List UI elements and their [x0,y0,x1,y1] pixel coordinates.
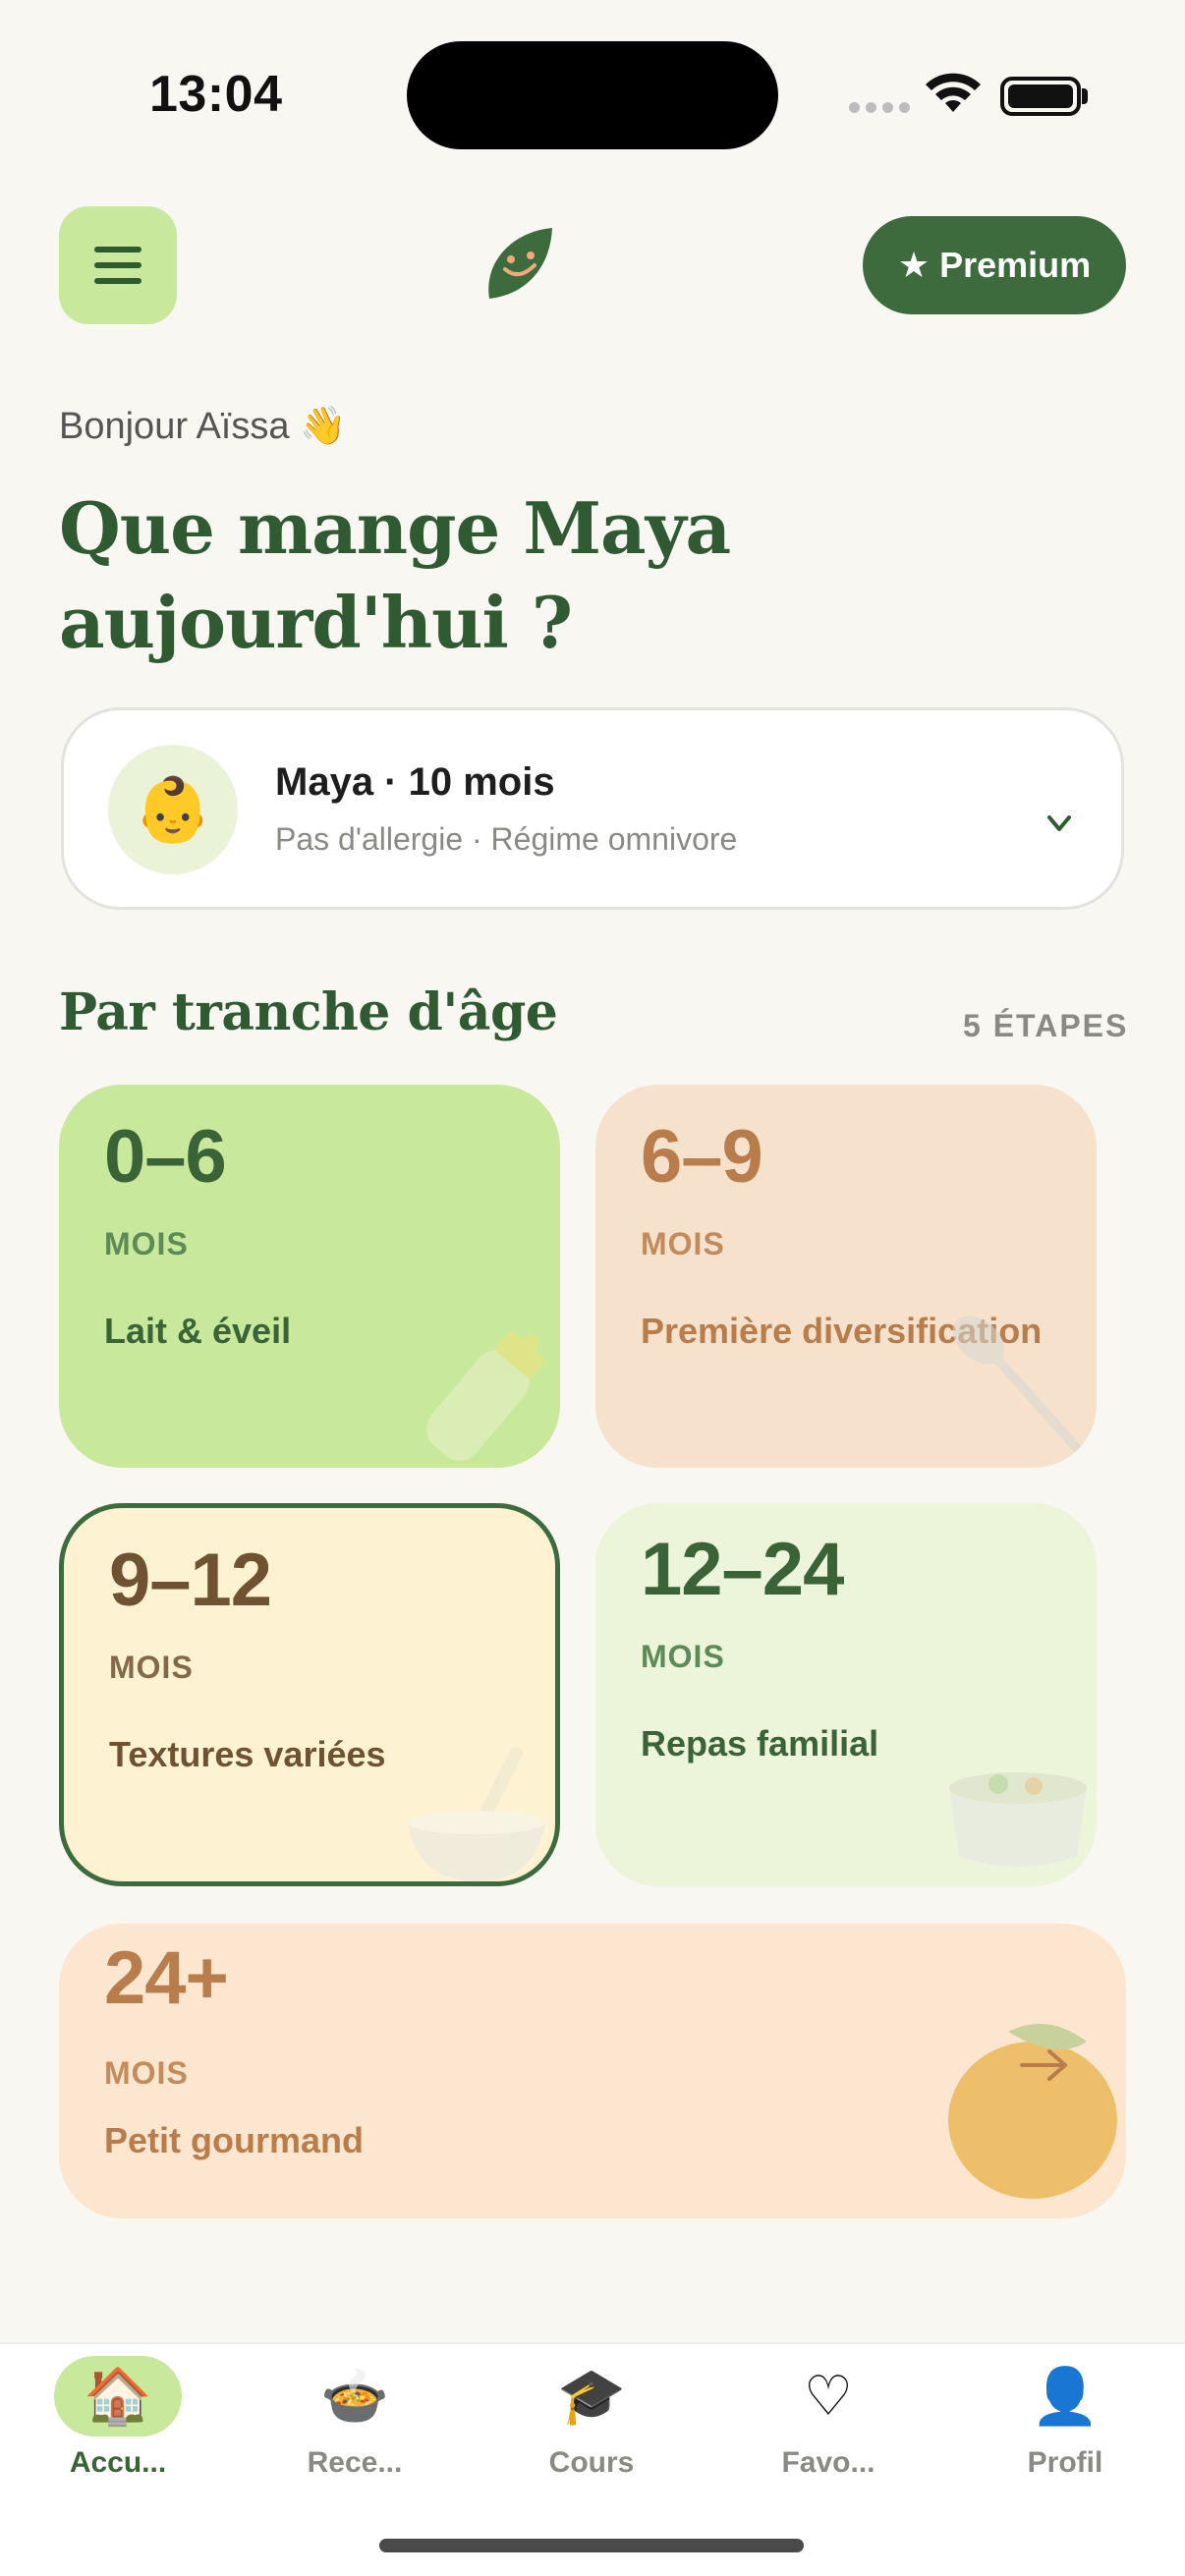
spoon-icon [952,1316,1082,1453]
age-desc: Textures variées [109,1734,386,1774]
age-desc: Repas familial [641,1723,879,1764]
battery-cap [1082,88,1088,104]
section-title: Par tranche d'âge [59,982,558,1042]
child-name: Maya · 10 mois [275,760,555,804]
tab-label: Accu... [69,2446,167,2479]
bowl-icon: 🍲 [320,2365,389,2427]
person-icon: 👤 [1031,2365,1100,2427]
premium-button[interactable]: ★ Premium [863,216,1126,314]
bowl-icon [408,1747,545,1881]
age-card-6-9[interactable]: 6–9 MOIS Première diversification [595,1085,1097,1468]
section-count: 5 ÉTAPES [963,1008,1129,1043]
cellular-signal-icon [849,102,910,113]
arrow-right-icon[interactable] [1018,2045,1071,2085]
age-unit: MOIS [104,2055,189,2091]
age-unit: MOIS [109,1650,194,1685]
age-range: 24+ [104,1936,229,2020]
page-title: Que mange Maya aujourd'hui ? [59,486,731,664]
age-range: 0–6 [104,1115,227,1199]
battery-icon [1000,77,1081,116]
heart-icon: ♡ [803,2365,854,2427]
soup-pot-icon [949,1772,1087,1867]
tab-favoris[interactable]: ♡ Favo... [730,2356,927,2480]
tab-label: Favo... [781,2446,875,2479]
menu-icon [94,247,141,252]
graduation-cap-icon: 🎓 [557,2365,626,2427]
mango-icon [948,2024,1117,2199]
tab-label: Profil [1027,2446,1103,2479]
tab-label: Rece... [307,2446,403,2479]
tab-recettes[interactable]: 🍲 Rece... [256,2356,453,2480]
age-unit: MOIS [641,1639,725,1674]
age-range: 6–9 [641,1115,763,1199]
age-range: 12–24 [641,1528,844,1611]
age-desc: Petit gourmand [104,2120,365,2160]
age-card-9-12[interactable]: 9–12 MOIS Textures variées [59,1503,560,1886]
wifi-icon [926,73,981,112]
menu-button[interactable] [59,206,177,324]
age-range: 9–12 [109,1539,272,1622]
age-unit: MOIS [641,1226,725,1261]
age-card-24-plus[interactable]: 24+ MOIS Petit gourmand [59,1924,1126,2218]
dynamic-island [407,41,778,149]
tab-label: Cours [548,2446,635,2479]
age-card-12-24[interactable]: 12–24 MOIS Repas familial [595,1503,1097,1886]
home-icon: 🏠 [54,2356,182,2436]
tab-cours[interactable]: 🎓 Cours [493,2356,690,2480]
tab-accueil[interactable]: 🏠 Accu... [20,2356,216,2480]
child-avatar: 👶 [108,745,238,874]
tab-profil[interactable]: 👤 Profil [967,2356,1163,2480]
status-time: 13:04 [149,66,283,123]
chevron-down-icon[interactable] [1044,808,1075,839]
home-indicator [379,2539,804,2552]
bottle-icon [425,1332,544,1461]
age-desc: Lait & éveil [104,1311,292,1351]
leaf-logo-icon [488,228,552,299]
child-meta: Pas d'allergie · Régime omnivore [275,821,738,857]
age-card-0-6[interactable]: 0–6 MOIS Lait & éveil [59,1085,560,1468]
greeting-text: Bonjour Aïssa 👋 [59,406,347,447]
age-unit: MOIS [104,1226,189,1261]
